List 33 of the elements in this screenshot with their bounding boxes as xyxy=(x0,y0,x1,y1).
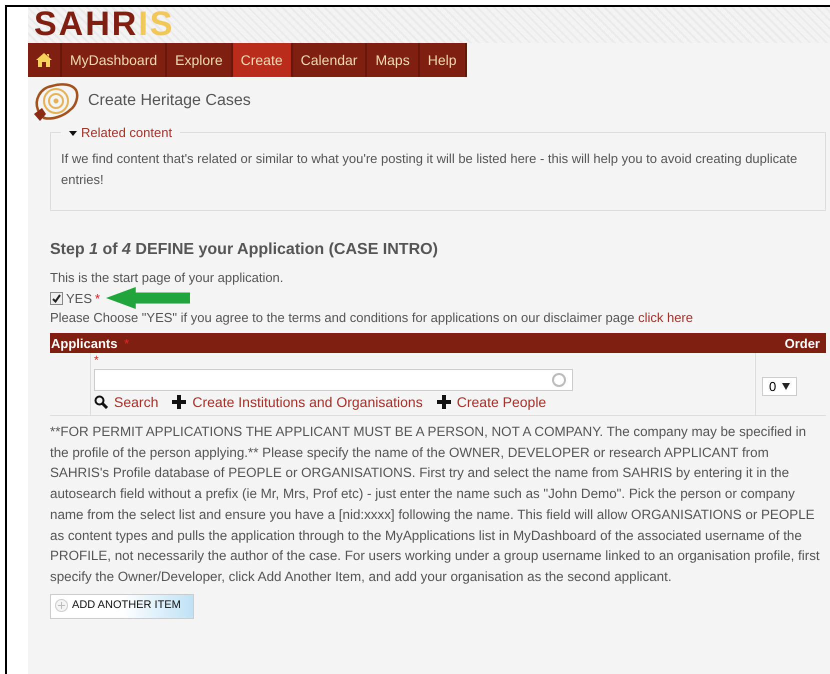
add-another-item-button[interactable]: ADD ANOTHER ITEM xyxy=(50,594,194,619)
column-header: Applicants * xyxy=(51,336,130,350)
page-title: Create Heritage Cases xyxy=(88,92,251,110)
search-icon xyxy=(94,395,108,409)
action-link[interactable]: Create People xyxy=(436,394,546,410)
caret-icon xyxy=(782,383,790,390)
plus-icon xyxy=(172,395,186,409)
pointer-arrow-icon xyxy=(106,287,190,309)
nav-tab[interactable]: Maps xyxy=(367,43,420,77)
action-link[interactable]: Search xyxy=(94,394,158,410)
spiral-map-icon xyxy=(32,80,80,122)
help-text: **FOR PERMIT APPLICATIONS THE APPLICANT MUST BE A PERSON, NOT A COMPANY. The company may be specified in the profile of the person applying.** Please specify the name of the OWNER, DEVELOPER or research APPLICANT from SAHRIS's Profile database of PEOPLE or ORGANISATIONS. First try and select the name from SAHRIS by entering it in the autosearch field without a prefix (ie Mr, Mrs, Prof etc) - just enter the name such as "John Demo". Pick the person or company name from the select list and ensure you have a [nid:xxxx] following the name. This field will allow ORGANISATIONS or PEOPLE as content types and pulls the application through to the MyApplications list in MyDashboard of the associated username of the PROFILE, not necessarily the author of the case. For users working under a group username linked to an organisation profile, first specify the Owner/Developer, click Add Another Item, and add your organisation as the second applicant. xyxy=(50,423,821,586)
nav-tab[interactable]: MyDashboard xyxy=(62,43,168,77)
nav-tab[interactable]: Calendar xyxy=(292,43,368,77)
yes-checkbox[interactable]: YES xyxy=(50,290,92,306)
related-content-text: If we find content that's related or similar to what you're posting it will be listed here - this will help you to avoid creating duplicate entries! xyxy=(61,150,798,189)
action-link[interactable]: Create Institutions and Organisations xyxy=(172,394,423,410)
step-heading: Step 1 of 4 DEFINE your Application (CASE INTRO) xyxy=(50,241,439,259)
order-select[interactable]: 0 xyxy=(762,377,798,396)
nav-tab[interactable]: Help xyxy=(420,43,467,77)
disclaimer-text: Please Choose "YES" if you agree to the terms and conditions for applications on our disclaimer page xyxy=(50,310,634,325)
nav-tab[interactable]: Create xyxy=(232,43,293,77)
required-mark: * xyxy=(95,290,100,306)
disclaimer-link[interactable]: click here xyxy=(638,310,693,325)
plus-icon xyxy=(436,395,451,409)
intro-text: This is the start page of your application. xyxy=(50,269,284,287)
required-mark: * xyxy=(94,353,100,369)
site-logo[interactable]: SAHRIS xyxy=(28,7,830,43)
related-content-toggle[interactable]: Related content xyxy=(61,125,180,140)
plus-circle-icon xyxy=(55,598,68,612)
column-header: Order xyxy=(784,336,820,350)
check-icon xyxy=(52,294,61,302)
applicant-field[interactable] xyxy=(94,369,573,391)
